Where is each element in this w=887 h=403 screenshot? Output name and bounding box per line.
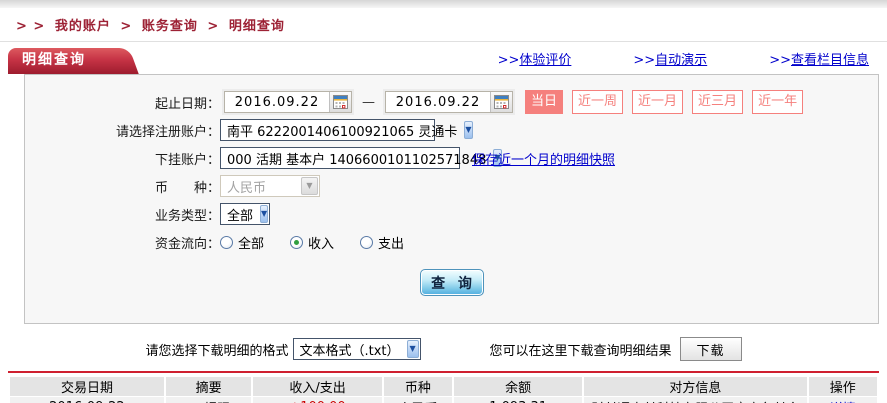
register-account-row: 请选择注册账户： 南平 6222001406100921065 灵通卡 ▼ <box>25 116 878 144</box>
header-links: >>体验评价 >>自动演示 >>查看栏目信息 <box>498 45 879 74</box>
currency-label: 币 种： <box>25 177 220 196</box>
chevron-down-icon[interactable]: ▼ <box>407 340 419 358</box>
date-range-label: 起止日期： <box>25 93 220 112</box>
breadcrumb-prefix: > > <box>16 19 45 34</box>
quick-range-today[interactable]: 当日 <box>525 90 563 114</box>
header-currency: 币种 <box>384 377 452 396</box>
download-hint: 您可以在这里下载查询明细结果 <box>490 340 672 359</box>
query-form-panel: 起止日期： 2016.09.22 — 2016.09.22 当日 近一周 近一月… <box>24 74 879 324</box>
query-button-wrap: 查 询 <box>25 269 878 296</box>
link-experience-rating[interactable]: >>体验评价 <box>498 49 572 68</box>
breadcrumb-item-detail-query: 明细查询 <box>229 19 285 34</box>
currency-row: 币 种： 人民币 ▼ <box>25 172 878 200</box>
sub-account-label: 下挂账户： <box>25 149 220 168</box>
register-account-value: 南平 6222001406100921065 灵通卡 <box>221 121 463 140</box>
download-row: 请您选择下载明细的格式 文本格式（.txt） ▼ 您可以在这里下载查询明细结果 … <box>0 336 887 362</box>
date-range-row: 起止日期： 2016.09.22 — 2016.09.22 当日 近一周 近一月… <box>25 88 878 116</box>
chevron-down-icon[interactable]: ▼ <box>260 205 268 223</box>
header-income-expense: 收入/支出 <box>253 377 381 396</box>
chevron-down-icon: ▼ <box>301 177 318 195</box>
download-format-label: 请您选择下载明细的格式 <box>145 340 288 359</box>
radio-income[interactable]: 收入 <box>290 233 334 252</box>
breadcrumb: > > 我的账户 > 账务查询 > 明细查询 <box>0 8 887 39</box>
tab-row: 明细查询 >>体验评价 >>自动演示 >>查看栏目信息 <box>0 42 887 74</box>
date-from-field[interactable]: 2016.09.22 <box>224 91 352 113</box>
tab-detail-query[interactable]: 明细查询 <box>8 48 120 74</box>
quick-range-last-month[interactable]: 近一月 <box>632 90 683 114</box>
business-type-value: 全部 <box>221 205 259 224</box>
cell-counterparty: 财付通支付科技有限公司客户备付金 <box>584 397 806 403</box>
register-account-select[interactable]: 南平 6222001406100921065 灵通卡 ▼ <box>220 119 435 141</box>
radio-all-label: 全部 <box>238 233 264 252</box>
cell-transaction-date: 2016-09-22 <box>10 397 164 403</box>
date-from-value: 2016.09.22 <box>225 95 329 110</box>
radio-all[interactable]: 全部 <box>220 233 264 252</box>
table-row: 2016-09-22 DF提现 +100.00 人民币 1,093.31 财付通… <box>10 397 877 403</box>
currency-select-disabled: 人民币 ▼ <box>220 175 320 197</box>
tab-label: 明细查询 <box>8 48 120 73</box>
breadcrumb-separator: > <box>207 19 219 34</box>
breadcrumb-item-account-query[interactable]: 账务查询 <box>142 19 198 34</box>
radio-icon[interactable] <box>360 236 373 249</box>
query-button[interactable]: 查 询 <box>420 269 484 296</box>
fund-flow-label: 资金流向： <box>25 233 220 252</box>
link-view-column-info[interactable]: >>查看栏目信息 <box>769 49 869 68</box>
business-type-select[interactable]: 全部 ▼ <box>220 203 270 225</box>
date-to-field[interactable]: 2016.09.22 <box>385 91 513 113</box>
header-counterparty: 对方信息 <box>584 377 806 396</box>
date-to-value: 2016.09.22 <box>386 95 490 110</box>
sub-account-value: 000 活期 基本户 1406600101102571848 <box>221 149 492 168</box>
link-auto-demo[interactable]: >>自动演示 <box>633 49 707 68</box>
download-format-select[interactable]: 文本格式（.txt） ▼ <box>293 338 421 360</box>
business-type-label: 业务类型： <box>25 205 220 224</box>
cell-currency: 人民币 <box>384 397 452 403</box>
header-transaction-date: 交易日期 <box>10 377 164 396</box>
breadcrumb-separator: > <box>120 19 132 34</box>
register-account-label: 请选择注册账户： <box>25 121 220 140</box>
header-balance: 余额 <box>454 377 582 396</box>
quick-range-last-week[interactable]: 近一周 <box>572 90 623 114</box>
radio-checked-icon[interactable] <box>290 236 303 249</box>
download-button[interactable]: 下载 <box>680 337 742 361</box>
save-monthly-snapshot-link[interactable]: 保存近一个月的明细快照 <box>472 149 615 168</box>
cell-memo: DF提现 <box>166 397 252 403</box>
table-top-rule <box>8 371 879 373</box>
download-format-value: 文本格式（.txt） <box>294 340 406 359</box>
radio-expense-label: 支出 <box>378 233 404 252</box>
header-operation: 操作 <box>809 377 877 396</box>
calendar-icon[interactable] <box>490 92 512 112</box>
quick-range-buttons: 当日 近一周 近一月 近三月 近一年 <box>525 90 803 114</box>
sub-account-row: 下挂账户： 000 活期 基本户 1406600101102571848 ▼ 保… <box>25 144 878 172</box>
currency-value: 人民币 <box>221 177 300 196</box>
quick-range-last-3-months[interactable]: 近三月 <box>692 90 743 114</box>
chevron-down-icon[interactable]: ▼ <box>464 121 472 139</box>
breadcrumb-item-my-account[interactable]: 我的账户 <box>55 19 111 34</box>
quick-range-last-year[interactable]: 近一年 <box>752 90 803 114</box>
calendar-icon[interactable] <box>329 92 351 112</box>
results-header-row: 交易日期 摘要 收入/支出 币种 余额 对方信息 操作 <box>10 377 877 396</box>
date-range-dash: — <box>362 95 375 110</box>
business-type-row: 业务类型： 全部 ▼ <box>25 200 878 228</box>
results-table: 交易日期 摘要 收入/支出 币种 余额 对方信息 操作 2016-09-22 D… <box>8 376 879 403</box>
cell-balance: 1,093.31 <box>454 397 582 403</box>
cell-operation: 详情 <box>809 397 877 403</box>
cell-income-expense: +100.00 <box>253 397 381 403</box>
fund-flow-row: 资金流向： 全部 收入 支出 <box>25 228 878 256</box>
radio-income-label: 收入 <box>308 233 334 252</box>
radio-icon[interactable] <box>220 236 233 249</box>
radio-expense[interactable]: 支出 <box>360 233 404 252</box>
fund-flow-radio-group: 全部 收入 支出 <box>220 233 430 252</box>
header-memo: 摘要 <box>166 377 252 396</box>
window-top-strip <box>0 0 887 8</box>
sub-account-select[interactable]: 000 活期 基本户 1406600101102571848 ▼ <box>220 147 460 169</box>
